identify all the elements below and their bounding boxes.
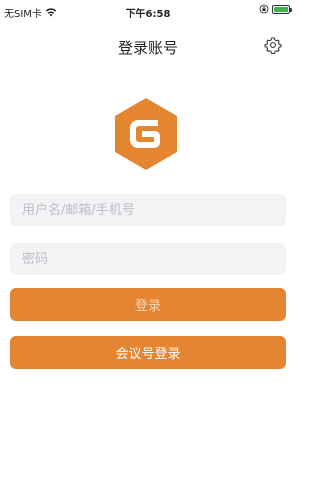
username-input[interactable] [10,194,286,226]
password-field[interactable] [10,243,286,275]
status-right [259,4,292,14]
status-bar: 无SIM卡 下午6:58 [0,0,296,20]
page-title: 登录账号 [117,39,178,57]
login-button[interactable]: 登录 [10,288,286,321]
meeting-login-button[interactable]: 会议号登录 [10,336,286,369]
lock-rotation-icon [259,4,269,14]
battery-icon [272,4,292,14]
status-time: 下午6:58 [125,9,171,20]
password-input[interactable] [10,243,286,275]
nav-bar: 登录账号 [0,28,296,64]
settings-icon[interactable] [264,36,282,54]
username-field[interactable] [10,194,286,226]
app-logo [115,98,177,170]
